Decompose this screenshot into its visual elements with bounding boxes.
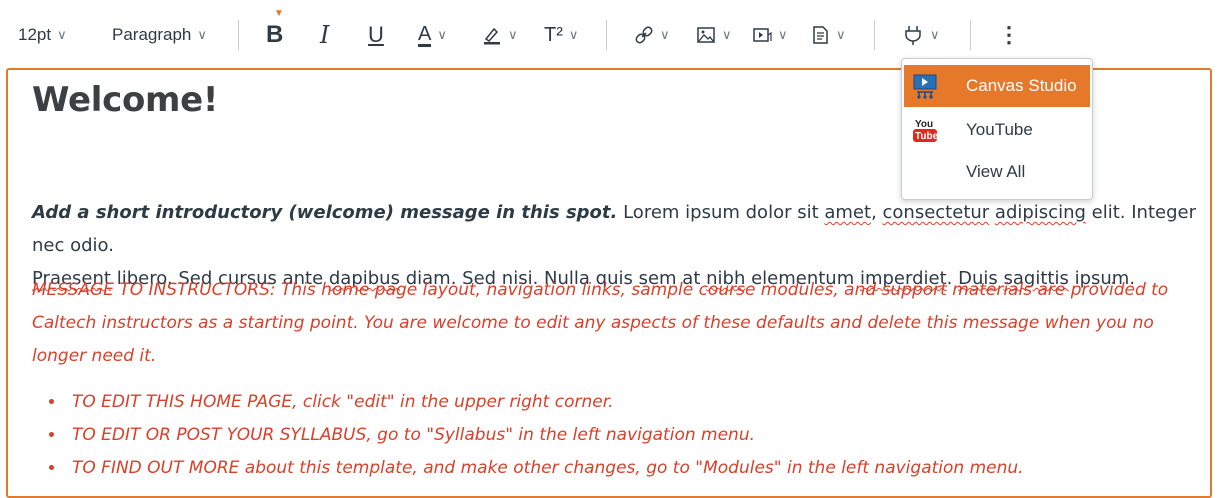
chevron-down-icon: ∨	[508, 27, 518, 42]
intro-text: Lorem ipsum dolor sit	[617, 202, 825, 223]
underline-label: U	[368, 22, 384, 47]
menu-item-label: YouTube	[966, 120, 1033, 139]
list-item: TO FIND OUT MORE about this template, an…	[66, 452, 1220, 485]
list-item: TO EDIT OR POST YOUR SYLLABUS, go to "Sy…	[66, 419, 1220, 452]
bold-label: B	[266, 21, 284, 48]
underline-button[interactable]: U	[368, 18, 384, 52]
media-button[interactable]: ∨	[752, 18, 788, 52]
more-icon: ⋮	[998, 22, 1020, 47]
document-button[interactable]: ∨	[810, 18, 846, 52]
image-button[interactable]: ∨	[696, 18, 732, 52]
intro-text: ,	[871, 202, 883, 223]
instructor-message: MESSAGE TO INSTRUCTORS: This home page l…	[32, 280, 1169, 366]
image-icon	[697, 27, 715, 43]
media-icon	[753, 28, 772, 42]
plug-icon	[905, 26, 921, 45]
svg-text:You: You	[915, 119, 933, 130]
chevron-down-icon: ∨	[836, 27, 846, 42]
chevron-down-icon: ∨	[437, 27, 447, 42]
italic-button[interactable]: I	[320, 18, 329, 52]
editor-toolbar: 12pt ∨ Paragraph ∨ ▼ B I U A ∨ ∨ T² ∨ ∨ …	[0, 0, 1220, 66]
chevron-down-icon: ∨	[568, 27, 579, 42]
text-color-label: A	[418, 22, 432, 47]
svg-text:Tube: Tube	[915, 131, 939, 142]
block-format-dropdown[interactable]: Paragraph ∨	[112, 18, 207, 52]
toolbar-divider	[874, 20, 875, 50]
apps-plugin-button[interactable]: ∨	[902, 18, 940, 52]
chevron-down-icon: ∨	[660, 27, 670, 42]
spellcheck-word: amet	[824, 202, 872, 223]
active-marker: ▼	[274, 8, 284, 19]
font-size-label: 12pt	[18, 25, 52, 44]
link-icon	[635, 26, 653, 44]
menu-item-canvas-studio[interactable]: Canvas Studio	[904, 65, 1090, 107]
menu-item-label: Canvas Studio	[966, 76, 1077, 95]
toolbar-divider	[238, 20, 239, 50]
spellcheck-word: consectetur	[882, 202, 990, 223]
chevron-down-icon: ∨	[930, 27, 940, 42]
chevron-down-icon: ∨	[722, 27, 732, 42]
page-title: Welcome!	[32, 80, 219, 120]
menu-item-label: View All	[966, 162, 1026, 181]
font-size-dropdown[interactable]: 12pt ∨	[18, 18, 67, 52]
superscript-button[interactable]: T² ∨	[544, 18, 578, 52]
highlight-color-button[interactable]: ∨	[482, 18, 518, 52]
spellcheck-word: adipiscing	[994, 202, 1086, 223]
bold-button[interactable]: ▼ B	[266, 8, 284, 52]
intro-bold-text: Add a short introductory (welcome) messa…	[32, 202, 618, 223]
chevron-down-icon: ∨	[197, 27, 207, 42]
instructions-list: TO EDIT THIS HOME PAGE, click "edit" in …	[32, 386, 1220, 485]
menu-item-youtube[interactable]: You Tube YouTube	[904, 109, 1090, 151]
toolbar-divider	[606, 20, 607, 50]
highlighter-icon	[484, 27, 500, 45]
list-item: TO EDIT THIS HOME PAGE, click "edit" in …	[66, 386, 1220, 419]
youtube-icon: You Tube	[910, 115, 940, 145]
text-color-button[interactable]: A ∨	[418, 18, 447, 52]
more-options-button[interactable]: ⋮	[998, 18, 1020, 52]
block-format-label: Paragraph	[112, 25, 192, 44]
menu-item-view-all[interactable]: View All	[904, 151, 1090, 193]
chevron-down-icon: ∨	[778, 27, 788, 42]
canvas-studio-icon	[910, 71, 940, 101]
superscript-label: T²	[544, 23, 563, 46]
chevron-down-icon: ∨	[57, 27, 67, 42]
italic-label: I	[320, 21, 330, 49]
toolbar-divider	[970, 20, 971, 50]
document-icon	[813, 26, 828, 44]
link-button[interactable]: ∨	[634, 18, 670, 52]
apps-dropdown-menu: Canvas Studio You Tube YouTube View All	[901, 58, 1093, 200]
